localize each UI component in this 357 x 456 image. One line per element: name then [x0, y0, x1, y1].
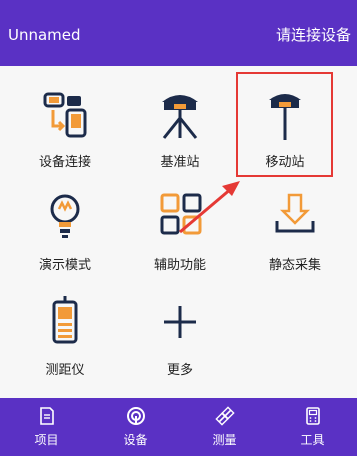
nav-label: 工具	[300, 433, 325, 447]
nav-item-device[interactable]: 设备	[91, 398, 180, 456]
nav-item-project[interactable]: 项目	[2, 398, 91, 456]
bottom-navigation: 项目 设备 测量 工具	[0, 398, 357, 456]
annotation-arrow	[179, 181, 240, 234]
project-icon	[2, 406, 91, 426]
nav-item-survey[interactable]: 测量	[180, 398, 269, 456]
nav-label: 测量	[212, 433, 237, 447]
device-icon	[91, 406, 180, 426]
survey-icon	[180, 406, 269, 426]
nav-label: 项目	[34, 433, 59, 447]
nav-label: 设备	[123, 433, 148, 447]
tools-icon	[268, 406, 357, 426]
nav-item-tools[interactable]: 工具	[268, 398, 357, 456]
